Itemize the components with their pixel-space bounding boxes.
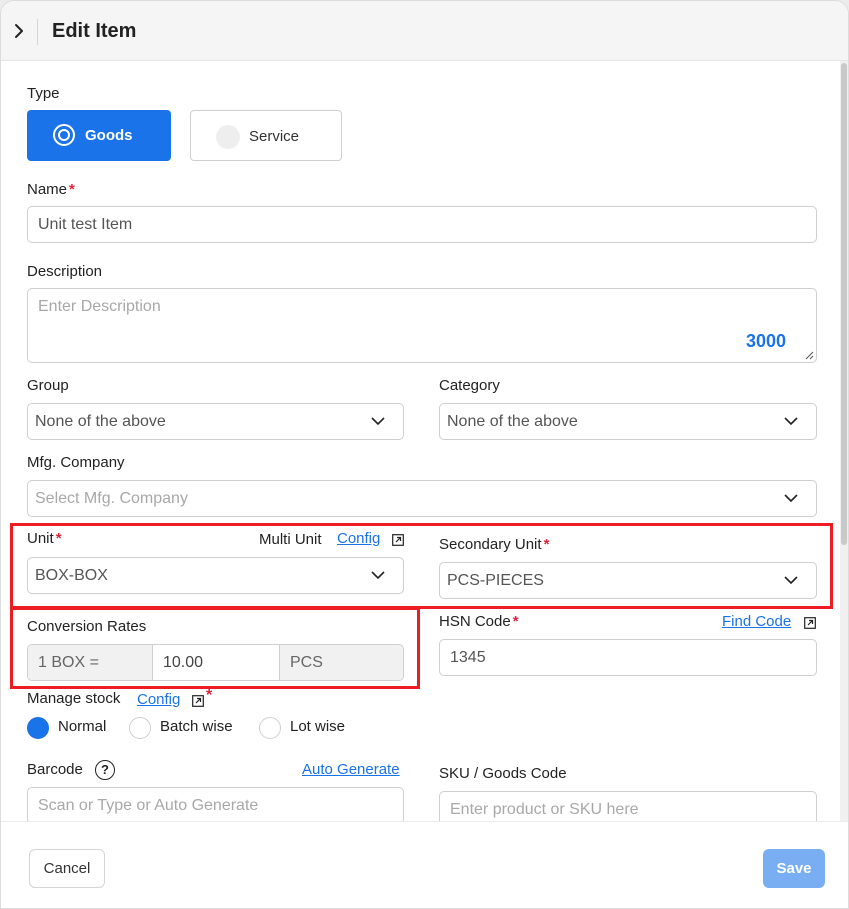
stock-lot-wise-radio[interactable]: [259, 717, 281, 739]
description-placeholder: Enter Description: [38, 298, 161, 315]
auto-generate-link[interactable]: Auto Generate: [302, 761, 400, 778]
category-select[interactable]: None of the above: [439, 403, 817, 440]
chevron-right-icon[interactable]: [11, 23, 27, 39]
panel-header: Edit Item: [1, 1, 848, 61]
type-option-service[interactable]: Service: [190, 110, 342, 161]
chevron-down-icon: [784, 494, 798, 503]
manage-stock-label: Manage stock: [27, 690, 121, 707]
category-label: Category: [439, 377, 500, 394]
external-link-icon[interactable]: [804, 617, 816, 629]
stock-normal-label: Normal: [58, 718, 107, 735]
name-field[interactable]: Unit test Item: [27, 206, 817, 243]
save-button[interactable]: Save: [763, 849, 825, 888]
find-code-link[interactable]: Find Code: [722, 613, 791, 630]
description-textarea[interactable]: Enter Description 3000: [27, 288, 817, 363]
help-icon[interactable]: ?: [95, 760, 115, 780]
group-value: None of the above: [35, 413, 166, 430]
footer: [1, 821, 848, 908]
hsn-code-label: HSN Code *: [439, 613, 519, 630]
stock-batch-wise-radio[interactable]: [129, 717, 151, 739]
name-value: Unit test Item: [38, 216, 133, 233]
group-select[interactable]: None of the above: [27, 403, 404, 440]
mfg-company-placeholder: Select Mfg. Company: [35, 490, 188, 507]
mfg-company-label: Mfg. Company: [27, 454, 125, 471]
chevron-down-icon: [784, 417, 798, 426]
conversion-highlight-box: [10, 607, 420, 689]
type-option-goods-label: Goods: [85, 127, 133, 144]
hsn-code-field[interactable]: 1345: [439, 639, 817, 676]
barcode-placeholder: Scan or Type or Auto Generate: [38, 797, 259, 814]
scrollbar[interactable]: [840, 61, 848, 821]
sku-placeholder: Enter product or SKU here: [450, 801, 639, 818]
unit-highlight-box: [10, 523, 833, 609]
type-option-service-label: Service: [249, 128, 300, 145]
sku-label: SKU / Goods Code: [439, 765, 567, 782]
barcode-label: Barcode: [27, 761, 83, 778]
manage-stock-required-mark: *: [206, 687, 213, 704]
group-label: Group: [27, 377, 69, 394]
scrollbar-thumb[interactable]: [841, 63, 847, 545]
cancel-button[interactable]: Cancel: [29, 849, 105, 888]
mfg-company-select[interactable]: Select Mfg. Company: [27, 480, 817, 517]
edit-item-panel: Edit Item Type Goods Service Name * Unit …: [0, 0, 849, 909]
type-option-goods[interactable]: Goods: [27, 110, 171, 161]
category-value: None of the above: [447, 413, 578, 430]
stock-normal-radio[interactable]: [27, 717, 49, 739]
header-divider: [37, 19, 38, 45]
name-label: Name *: [27, 181, 75, 198]
stock-batch-wise-label: Batch wise: [160, 718, 233, 735]
chevron-down-icon: [371, 417, 385, 426]
resize-handle-icon[interactable]: [805, 351, 814, 360]
description-label: Description: [27, 263, 103, 280]
page-title: Edit Item: [52, 20, 137, 42]
external-link-icon[interactable]: [192, 695, 204, 707]
radio-selected-icon: [53, 124, 75, 146]
barcode-field[interactable]: Scan or Type or Auto Generate: [27, 787, 404, 824]
type-label: Type: [27, 85, 60, 102]
radio-unselected-icon: [216, 125, 240, 149]
hsn-code-value: 1345: [450, 649, 486, 666]
stock-lot-wise-label: Lot wise: [290, 718, 346, 735]
manage-stock-config-link[interactable]: Config: [137, 691, 180, 708]
char-count: 3000: [745, 331, 786, 351]
